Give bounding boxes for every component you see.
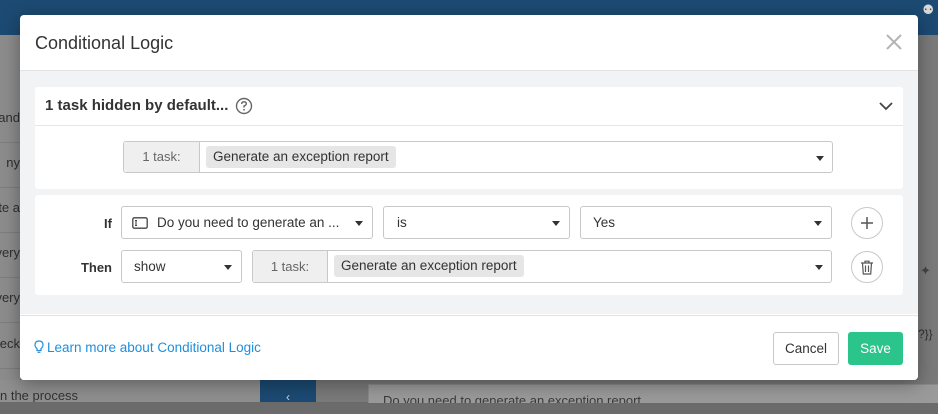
task-list-footer: n the process	[0, 380, 260, 402]
question-dropdown[interactable]: Do you need to generate an ...	[121, 206, 373, 239]
learn-more-text: Learn more about Conditional Logic	[47, 340, 261, 355]
value-dropdown-value: Yes	[593, 215, 616, 230]
operator-dropdown[interactable]: is	[383, 206, 570, 239]
app-right-strip: ✦ ?}}	[918, 35, 938, 380]
then-label: Then	[80, 260, 112, 275]
conditional-logic-modal: Conditional Logic 1 task hidden by defau…	[20, 15, 918, 380]
save-button[interactable]: Save	[848, 332, 903, 365]
operator-dropdown-value: is	[397, 215, 407, 230]
delete-rule-button[interactable]	[851, 251, 883, 283]
if-label: If	[104, 216, 112, 231]
learn-more-link[interactable]: Learn more about Conditional Logic	[34, 340, 261, 357]
chevron-down-icon	[815, 265, 823, 270]
chevron-down-icon	[552, 221, 560, 226]
chevron-down-icon	[814, 221, 822, 226]
chevron-down-icon	[355, 221, 363, 226]
question-circle-icon[interactable]	[235, 97, 253, 115]
action-dropdown[interactable]: show	[121, 250, 242, 283]
action-dropdown-value: show	[134, 259, 166, 274]
question-field[interactable]: Do you need to generate an exception rep…	[368, 384, 938, 403]
chevron-down-icon	[816, 156, 824, 161]
cancel-button[interactable]: Cancel	[773, 332, 839, 365]
task-count-label: 1 task:	[253, 251, 328, 282]
hidden-tasks-header[interactable]: 1 task hidden by default...	[35, 87, 903, 126]
form-field-icon	[132, 216, 148, 234]
hidden-tasks-card: 1 task hidden by default... 1 task: Gene…	[35, 87, 903, 189]
task-list-item[interactable]: te a	[0, 185, 20, 233]
hidden-tasks-title: 1 task hidden by default...	[45, 97, 229, 114]
add-rule-button[interactable]	[851, 207, 883, 239]
task-list-item[interactable]: very	[0, 230, 20, 278]
modal-body: 1 task hidden by default... 1 task: Gene…	[20, 71, 918, 314]
variable-snippet: ?}}	[918, 327, 933, 341]
chevron-down-icon[interactable]	[878, 99, 894, 111]
value-dropdown[interactable]: Yes	[580, 206, 832, 239]
modal-title: Conditional Logic	[35, 33, 174, 53]
plus-icon	[861, 217, 873, 229]
then-tasks-select[interactable]: 1 task: Generate an exception report	[252, 250, 832, 283]
lightbulb-icon	[34, 340, 44, 357]
task-list-item[interactable]: and	[0, 95, 20, 143]
trash-icon	[861, 260, 873, 275]
task-count-label: 1 task:	[124, 142, 200, 172]
magic-wand-icon[interactable]: ✦	[920, 263, 931, 279]
hidden-tasks-select[interactable]: 1 task: Generate an exception report	[123, 141, 833, 173]
task-list-item[interactable]: neck	[0, 321, 20, 369]
task-list-item[interactable]: ny	[0, 140, 20, 188]
users-icon[interactable]: ⚉	[922, 2, 934, 18]
question-dropdown-value: Do you need to generate an ...	[157, 215, 340, 230]
modal-header: Conditional Logic	[20, 15, 918, 71]
modal-footer: Learn more about Conditional Logic Cance…	[20, 315, 918, 380]
task-chip[interactable]: Generate an exception report	[206, 146, 396, 168]
close-icon[interactable]	[884, 32, 906, 54]
collapse-sidebar-button[interactable]: ‹	[260, 380, 316, 404]
chevron-down-icon	[224, 265, 232, 270]
task-chip[interactable]: Generate an exception report	[334, 255, 524, 277]
app-task-list: and ny te a very very neck	[0, 35, 20, 402]
task-list-item[interactable]: very	[0, 275, 20, 323]
rule-card: If Do you need to generate an ... is Yes…	[35, 195, 903, 295]
